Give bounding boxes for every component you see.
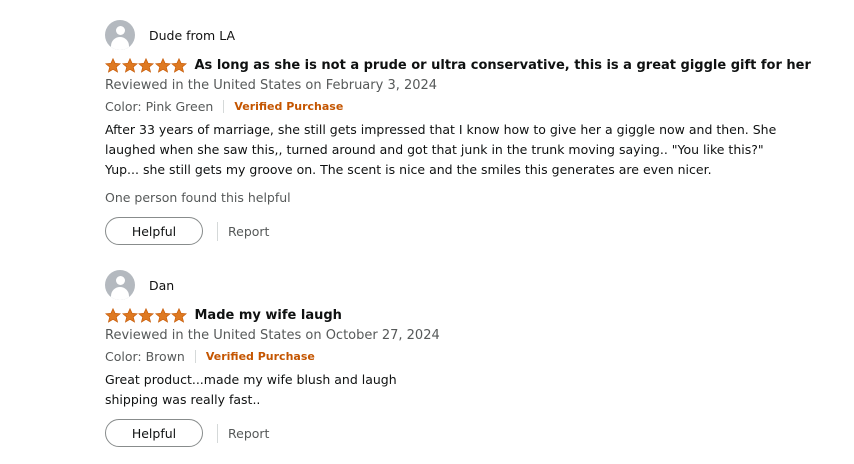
- review-date: Reviewed in the United States on October…: [105, 328, 440, 343]
- reviewer-name[interactable]: Dude from LA: [149, 28, 235, 43]
- star-icon: [171, 307, 187, 323]
- divider: [217, 221, 218, 241]
- variant-label[interactable]: Color: Brown: [105, 349, 185, 364]
- verified-purchase-badge: Verified Purchase: [234, 99, 344, 113]
- reviewer-profile[interactable]: Dude from LA: [105, 20, 805, 50]
- review-body-line: shipping was really fast..: [105, 392, 261, 407]
- star-rating[interactable]: [105, 307, 188, 323]
- review-date: Reviewed in the United States on Februar…: [105, 78, 438, 93]
- review-body-line: Great product...made my wife blush and l…: [105, 372, 397, 387]
- review-body-line: laughed when she saw this,, turned aroun…: [105, 142, 764, 157]
- review-body-line: After 33 years of marriage, she still ge…: [105, 122, 777, 137]
- review-title[interactable]: Made my wife laugh: [195, 308, 342, 323]
- star-icon: [105, 307, 121, 323]
- star-icon: [171, 57, 187, 73]
- divider: [217, 423, 218, 443]
- divider: [223, 99, 225, 113]
- review: Dan Made my wife laugh Reviewed in the U…: [105, 270, 805, 447]
- review: Dude from LA As long as she is not a pru…: [105, 20, 811, 245]
- review-body-line: Yup... she still gets my groove on. The …: [105, 162, 712, 177]
- helpful-button[interactable]: Helpful: [105, 217, 203, 245]
- review-body: Great product...made my wife blush and l…: [105, 370, 805, 410]
- helpful-button[interactable]: Helpful: [105, 419, 203, 447]
- reviewer-name[interactable]: Dan: [149, 278, 174, 293]
- star-icon: [105, 57, 121, 73]
- review-body: After 33 years of marriage, she still ge…: [105, 120, 805, 180]
- divider: [194, 349, 196, 363]
- variant-label[interactable]: Color: Pink Green: [105, 99, 213, 114]
- star-icon: [138, 307, 154, 323]
- star-icon: [154, 57, 171, 73]
- report-link[interactable]: Report: [228, 224, 269, 239]
- star-icon: [121, 57, 138, 73]
- star-icon: [154, 307, 171, 323]
- reviewer-profile[interactable]: Dan: [105, 270, 805, 300]
- report-link[interactable]: Report: [228, 426, 269, 441]
- star-icon: [121, 307, 138, 323]
- avatar-icon: [105, 270, 135, 300]
- star-icon: [138, 57, 154, 73]
- review-title[interactable]: As long as she is not a prude or ultra c…: [195, 58, 811, 73]
- star-rating[interactable]: [105, 57, 188, 73]
- verified-purchase-badge: Verified Purchase: [205, 349, 315, 363]
- avatar-icon: [105, 20, 135, 50]
- helpful-count: One person found this helpful: [105, 190, 291, 205]
